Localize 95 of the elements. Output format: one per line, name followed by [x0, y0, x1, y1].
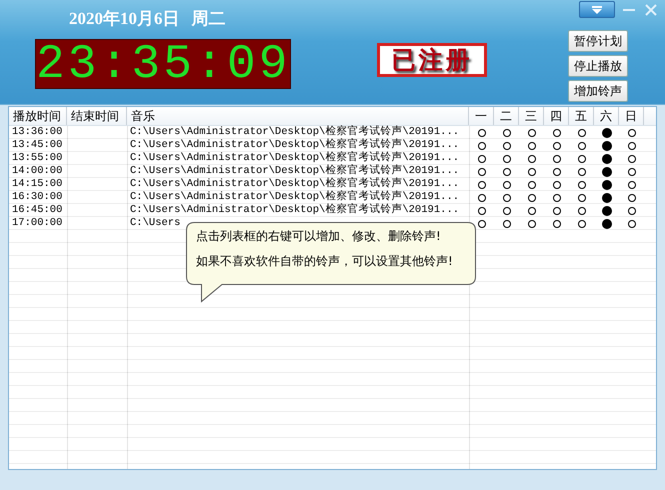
weekday-label: 周二 — [192, 8, 226, 30]
day-radio[interactable] — [502, 142, 510, 150]
day-radio[interactable] — [478, 194, 486, 202]
music-path-cell-text: C:\Users\Administrator\Desktop\检察官考试铃声\20191... — [129, 126, 460, 138]
column-header[interactable]: 六 — [594, 107, 619, 125]
day-radio[interactable] — [578, 168, 586, 176]
day-radio[interactable] — [552, 206, 560, 214]
day-radio[interactable] — [502, 194, 510, 202]
day-radio[interactable] — [478, 220, 486, 228]
day-radio[interactable] — [528, 142, 536, 150]
start-time-cell-text: 14:00:00 — [11, 165, 64, 178]
day-radio[interactable] — [578, 206, 586, 214]
column-header[interactable]: 日 — [619, 107, 644, 125]
music-path-cell-text: C:\Users\Administrator\Desktop\检察官考试铃声\20191... — [129, 178, 460, 190]
day-radio[interactable] — [552, 194, 560, 202]
day-radio[interactable] — [552, 128, 560, 136]
day-radio[interactable] — [602, 128, 612, 138]
day-radio[interactable] — [528, 180, 536, 188]
music-path-cell-text: C:\Users\Administrator\Desktop\检察官考试铃声\20191... — [129, 204, 460, 217]
day-radio[interactable] — [602, 180, 612, 190]
column-header[interactable]: 音乐 — [127, 107, 469, 125]
dropdown-button[interactable] — [579, 1, 615, 18]
day-radio[interactable] — [552, 154, 560, 162]
day-radio[interactable] — [602, 206, 612, 216]
day-radio[interactable] — [528, 220, 536, 228]
day-radio[interactable] — [628, 142, 636, 150]
add-ringtone-button[interactable]: 增加铃声 — [568, 80, 628, 102]
day-radio[interactable] — [502, 206, 510, 214]
music-path-cell-text: C:\Users\Administrator\Desktop\检察官考试铃声\20191... — [129, 191, 460, 203]
day-radio[interactable] — [602, 166, 612, 176]
column-header[interactable]: 三 — [519, 107, 544, 125]
day-radio[interactable] — [502, 220, 510, 228]
day-radio[interactable] — [502, 180, 510, 188]
start-time-cell-text: 17:00:00 — [11, 217, 64, 230]
digital-clock: 23:35:09 — [35, 39, 291, 89]
close-icon — [643, 2, 659, 18]
music-path-cell-text: C:\Users\Administrator\Desktop\检察官考试铃声\20191... — [129, 165, 460, 177]
day-radio[interactable] — [628, 180, 636, 188]
day-radio[interactable] — [628, 206, 636, 214]
column-header[interactable]: 五 — [569, 107, 594, 125]
date-label: 2020年10月6日 — [69, 8, 180, 30]
day-radio[interactable] — [552, 220, 560, 228]
day-radio[interactable] — [552, 168, 560, 176]
day-radio[interactable] — [502, 154, 510, 162]
stop-playback-button[interactable]: 停止播放 — [568, 55, 628, 77]
day-radio[interactable] — [478, 128, 486, 136]
day-radio[interactable] — [478, 180, 486, 188]
day-radio[interactable] — [578, 128, 586, 136]
day-radio[interactable] — [628, 128, 636, 136]
day-radio[interactable] — [602, 192, 612, 202]
day-radio[interactable] — [628, 154, 636, 162]
day-radio[interactable] — [602, 154, 612, 164]
column-header[interactable]: 四 — [544, 107, 569, 125]
day-radio[interactable] — [502, 128, 510, 136]
minimize-icon — [623, 8, 635, 10]
start-time-cell-text: 13:55:00 — [11, 152, 64, 165]
music-path-cell-text: C:\Users\Administrator\Desktop\检察官考试铃声\20191... — [129, 152, 460, 164]
day-radio[interactable] — [552, 180, 560, 188]
tooltip-text: 点击列表框的右键可以增加、修改、删除铃声! — [196, 228, 442, 245]
day-radio[interactable] — [578, 194, 586, 202]
start-time-cell-text: 16:30:00 — [11, 191, 64, 204]
tooltip-text: 如果不喜欢软件自带的铃声，可以设置其他铃声! — [196, 253, 453, 270]
start-time-cell-text: 14:15:00 — [11, 178, 64, 191]
music-path-cell-text: C:\Users — [129, 217, 182, 230]
column-header[interactable]: 一 — [469, 107, 494, 125]
day-radio[interactable] — [628, 220, 636, 228]
day-radio[interactable] — [578, 220, 586, 228]
day-radio[interactable] — [528, 154, 536, 162]
registered-badge: 已注册 — [377, 43, 487, 77]
dropdown-arrow-icon — [590, 4, 604, 14]
start-time-cell-text: 13:45:00 — [11, 139, 64, 152]
day-radio[interactable] — [528, 168, 536, 176]
day-radio[interactable] — [628, 194, 636, 202]
day-radio[interactable] — [578, 154, 586, 162]
day-radio[interactable] — [478, 206, 486, 214]
day-radio[interactable] — [478, 142, 486, 150]
day-radio[interactable] — [478, 168, 486, 176]
day-radio[interactable] — [602, 140, 612, 150]
day-radio[interactable] — [578, 180, 586, 188]
day-radio[interactable] — [578, 142, 586, 150]
start-time-cell-text: 13:36:00 — [11, 126, 64, 139]
day-radio[interactable] — [528, 194, 536, 202]
day-radio[interactable] — [528, 128, 536, 136]
day-radio[interactable] — [528, 206, 536, 214]
pause-schedule-button[interactable]: 暂停计划 — [568, 30, 628, 52]
column-header[interactable]: 播放时间 — [9, 107, 67, 125]
day-radio[interactable] — [478, 154, 486, 162]
column-header[interactable]: 结束时间 — [67, 107, 127, 125]
day-radio[interactable] — [628, 168, 636, 176]
day-radio[interactable] — [552, 142, 560, 150]
day-radio[interactable] — [502, 168, 510, 176]
start-time-cell-text: 16:45:00 — [11, 204, 64, 217]
music-path-cell-text: C:\Users\Administrator\Desktop\检察官考试铃声\20191... — [129, 139, 460, 151]
day-radio[interactable] — [602, 218, 612, 228]
column-header[interactable]: 二 — [494, 107, 519, 125]
